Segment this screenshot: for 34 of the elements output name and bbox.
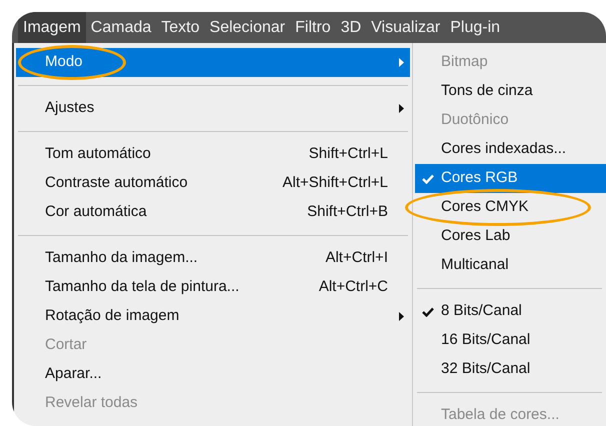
menu-bar-item[interactable]: Texto bbox=[156, 12, 205, 43]
menu-item[interactable]: Rotação de imagem bbox=[16, 302, 410, 331]
menu-item[interactable]: Tamanho da tela de pintura... Alt+Ctrl+C bbox=[16, 273, 410, 302]
menu-item[interactable]: Modo bbox=[16, 48, 410, 77]
submenu-item[interactable]: Cores CMYK bbox=[415, 193, 606, 222]
shortcut-label: Alt+Ctrl+C bbox=[318, 277, 388, 298]
shortcut-label: Alt+Ctrl+I bbox=[325, 248, 388, 268]
menu-bar-item[interactable]: Selecionar bbox=[204, 12, 290, 43]
menu-item[interactable]: Aparar... bbox=[16, 360, 410, 389]
menu-item[interactable]: Tom automático Shift+Ctrl+L bbox=[16, 140, 410, 169]
submenu-item[interactable]: 32 Bits/Canal bbox=[415, 355, 606, 384]
menu-item[interactable]: Ajustes bbox=[16, 94, 410, 123]
submenu-arrow-icon bbox=[399, 58, 404, 67]
menu-bar-item[interactable]: Camada bbox=[86, 12, 156, 43]
submenu-item[interactable]: Cores RGB bbox=[415, 164, 606, 193]
menu-item[interactable]: Tamanho da imagem... Alt+Ctrl+I bbox=[16, 244, 410, 273]
submenu-item[interactable]: Cores Lab bbox=[415, 222, 606, 251]
shortcut-label: Shift+Ctrl+L bbox=[308, 144, 388, 164]
submenu-arrow-icon bbox=[399, 312, 404, 321]
menu-bar-item[interactable]: 3D bbox=[336, 12, 366, 43]
menu-bar-item[interactable]: Visualizar bbox=[366, 12, 446, 43]
submenu-item[interactable]: Cores indexadas... bbox=[415, 135, 606, 164]
submenu-item[interactable]: Multicanal bbox=[415, 251, 606, 280]
menu-item[interactable]: Contraste automático Alt+Shift+Ctrl+L bbox=[16, 169, 410, 198]
menu-bar-item[interactable]: Imagem bbox=[18, 12, 86, 43]
menu-bar-item[interactable]: Plug-in bbox=[445, 12, 506, 43]
shortcut-label: Alt+Shift+Ctrl+L bbox=[282, 173, 388, 194]
menu-bar-item[interactable]: Filtro bbox=[290, 12, 336, 43]
submenu-item[interactable]: Tons de cinza bbox=[415, 77, 606, 106]
menu-item[interactable]: Cor automática Shift+Ctrl+B bbox=[16, 198, 410, 227]
submenu-item[interactable]: 16 Bits/Canal bbox=[415, 326, 606, 355]
submenu-arrow-icon bbox=[399, 104, 404, 113]
submenu-item[interactable]: 8 Bits/Canal bbox=[415, 297, 606, 326]
shortcut-label: Shift+Ctrl+B bbox=[307, 202, 388, 222]
